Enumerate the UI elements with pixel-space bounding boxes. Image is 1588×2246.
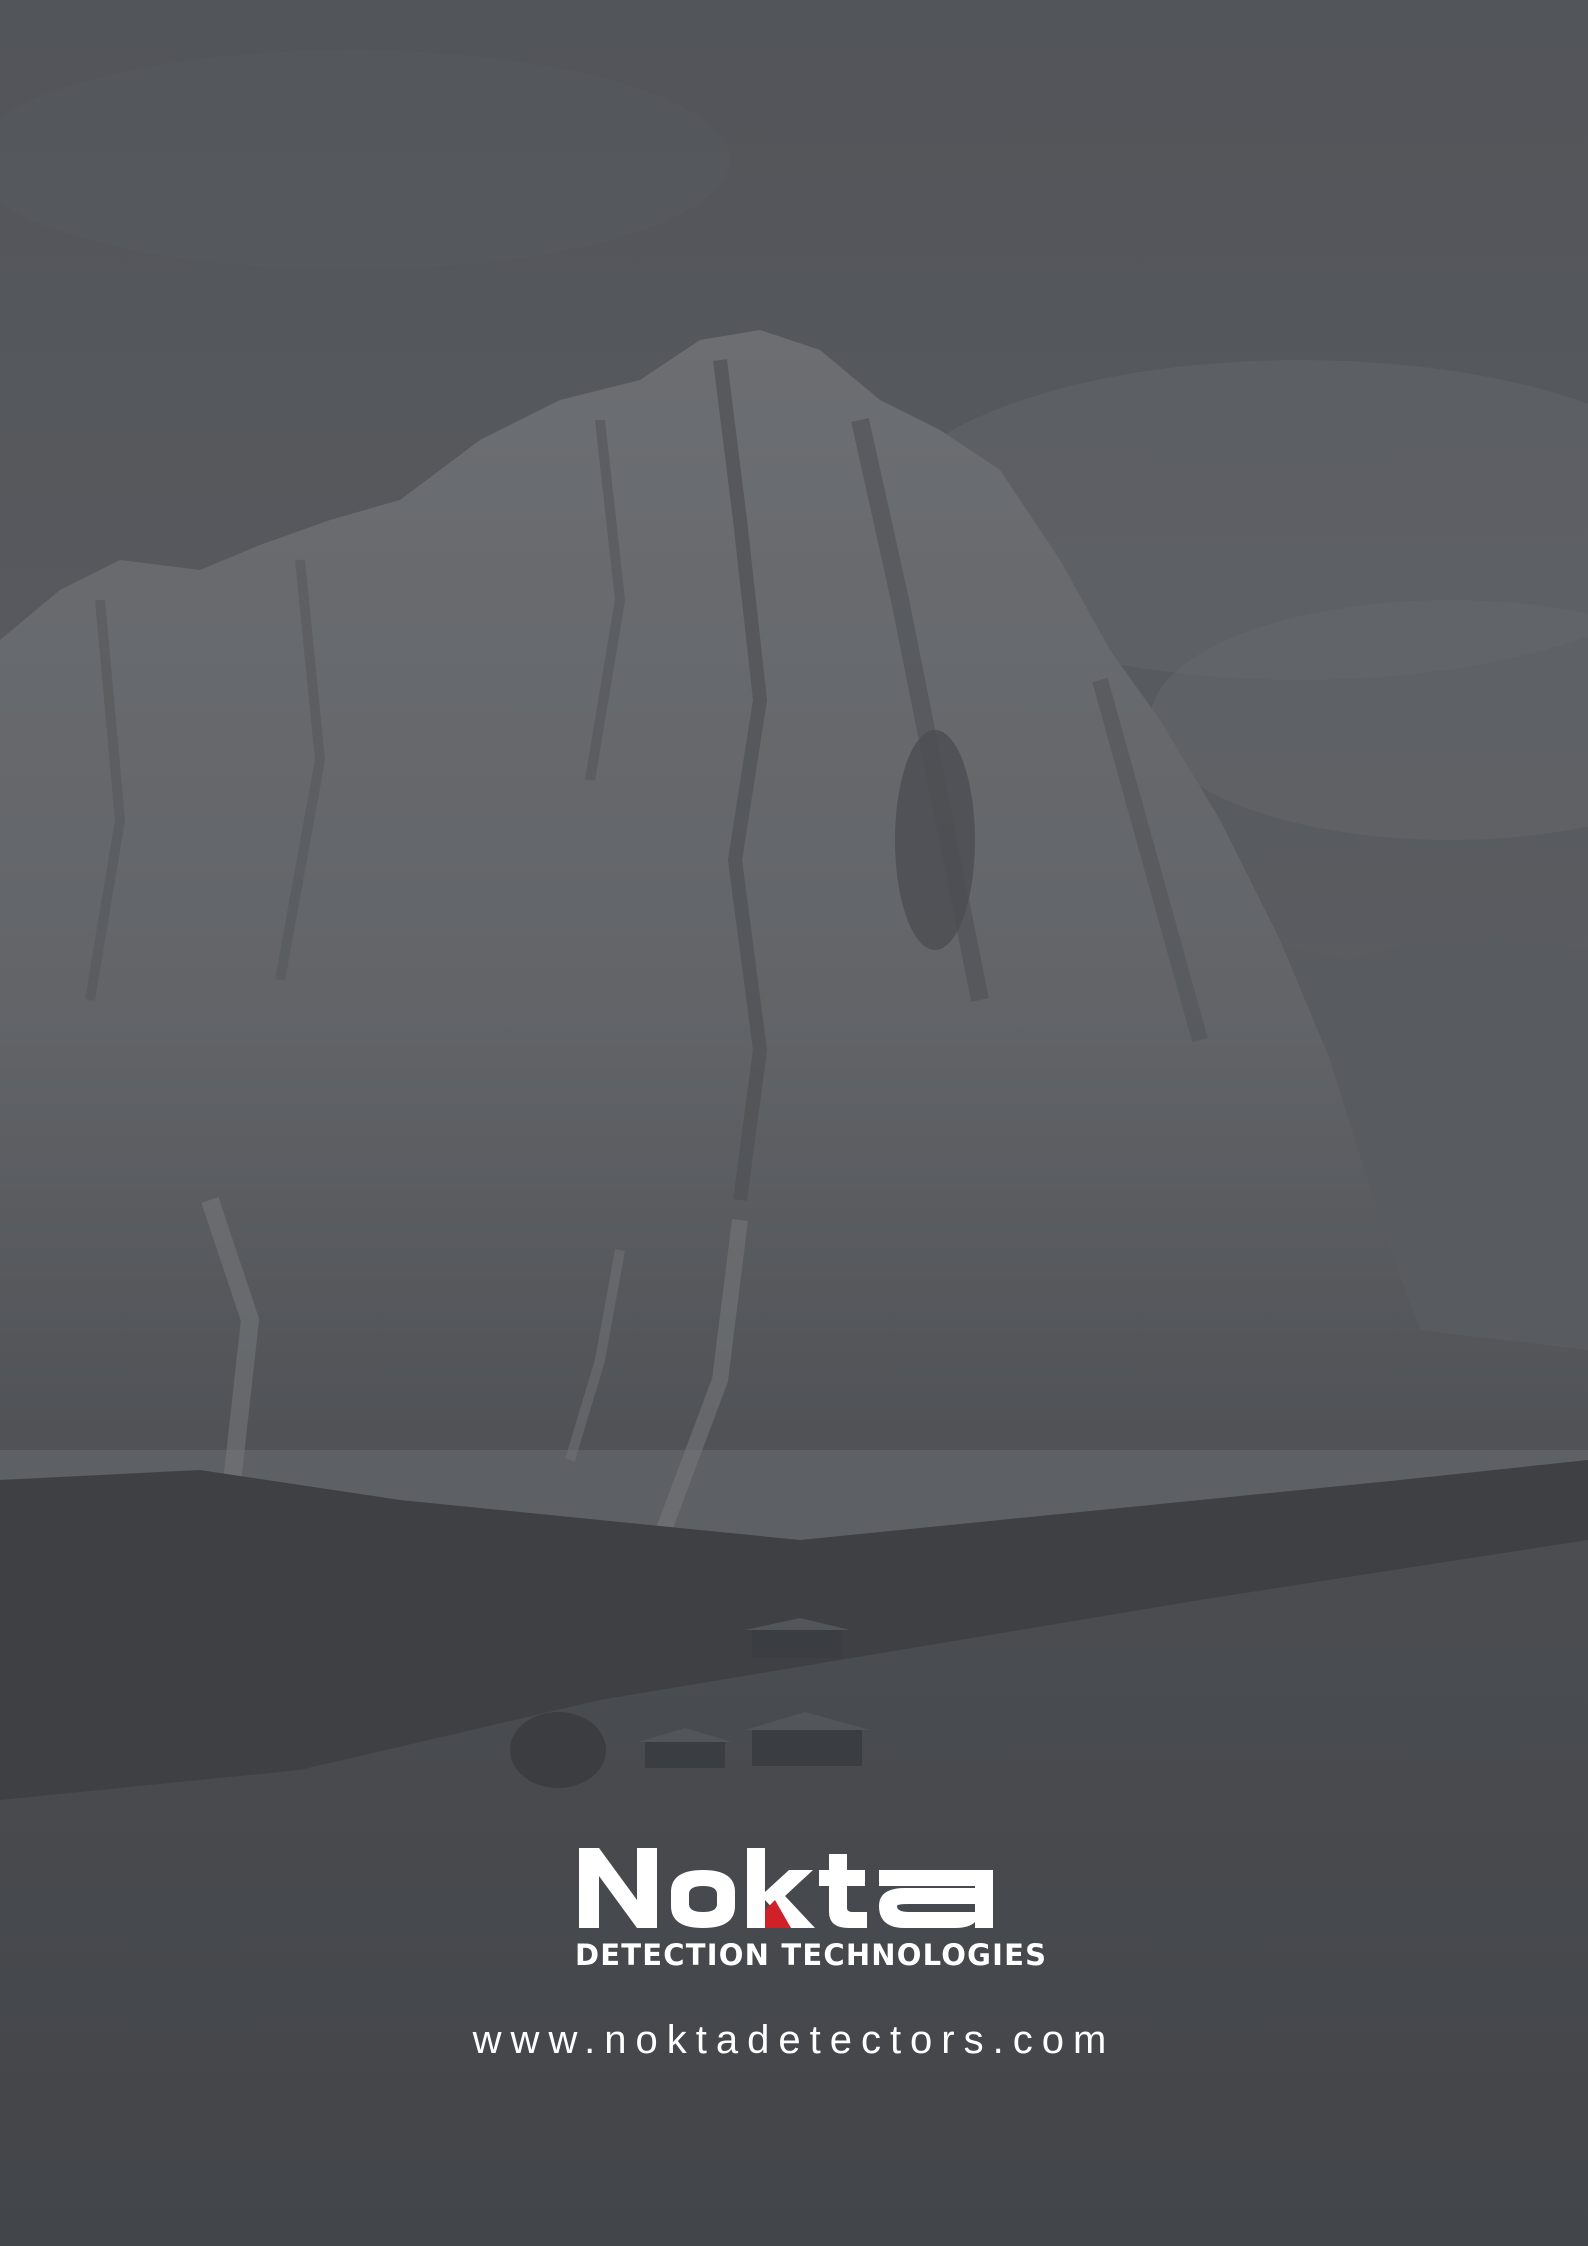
website-link[interactable]: www.noktadetectors.com	[0, 2018, 1588, 2063]
back-cover-page: DETECTION TECHNOLOGIES www.noktadetector…	[0, 0, 1588, 2246]
nokta-logo-wordmark	[579, 1848, 993, 1928]
brand-tagline: DETECTION TECHNOLOGIES	[575, 1938, 1048, 1972]
